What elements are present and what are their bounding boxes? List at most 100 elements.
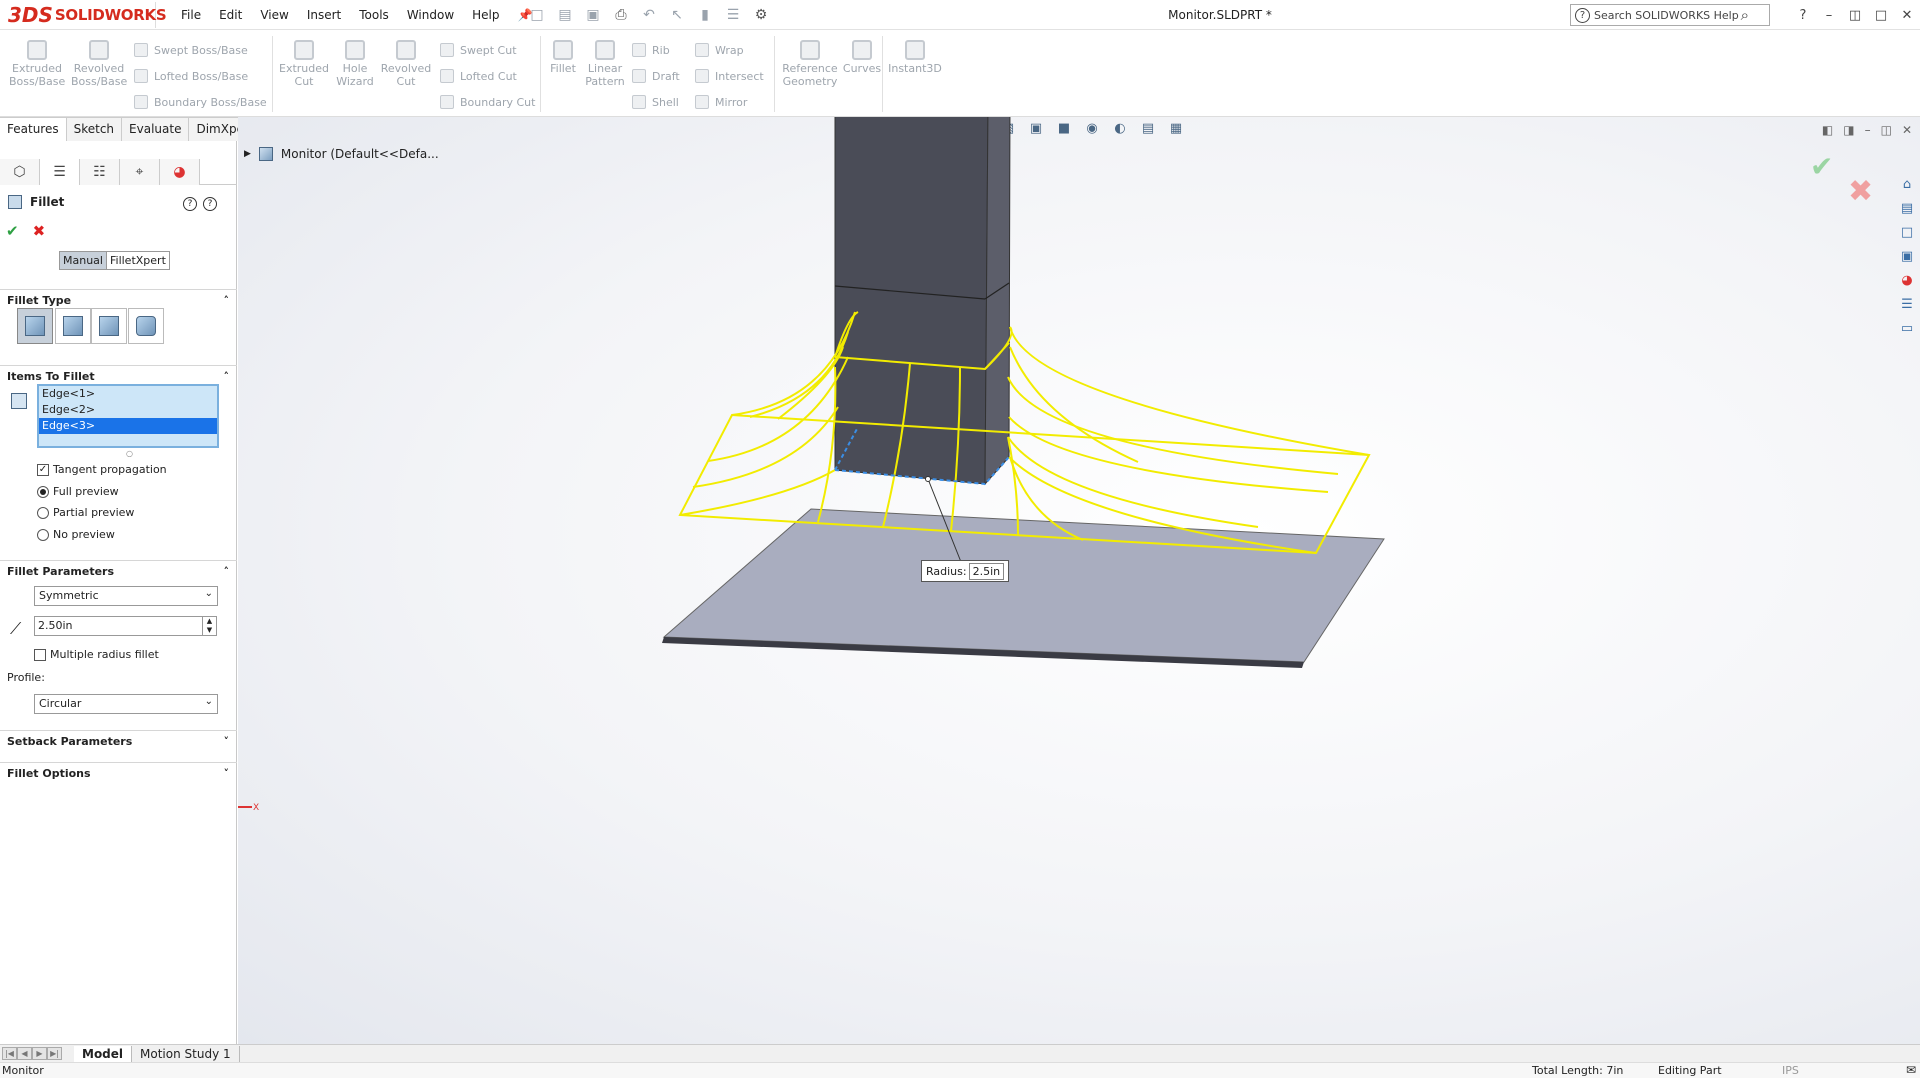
tangent-propagation-checkbox[interactable]: ✓ Tangent propagation [37,463,167,476]
checkbox-unchecked[interactable] [34,648,46,661]
list-item[interactable]: Edge<2> [39,402,217,418]
options-gear-icon[interactable]: ⚙ [750,5,772,25]
swept-boss-button[interactable]: Swept Boss/Base [134,43,248,57]
rib-button[interactable]: Rib [632,43,670,57]
list-item[interactable]: Edge<3> [39,418,217,434]
pm-help-icon[interactable]: ? [203,197,217,211]
radio-selected[interactable] [37,485,49,498]
constant-size-fillet-button[interactable] [17,308,53,344]
status-units[interactable]: IPS [1782,1064,1799,1077]
profile-dropdown[interactable]: Circular ⌄ [34,694,218,714]
radio-unselected[interactable] [37,506,49,519]
face-fillet-button[interactable] [91,308,127,344]
status-help-icon[interactable]: ✉ [1906,1063,1916,1077]
menu-insert[interactable]: Insert [298,8,350,22]
mirror-button[interactable]: Mirror [695,95,747,109]
revolved-cut-button[interactable]: Revolved Cut [378,40,434,88]
radius-handle[interactable] [925,476,931,482]
full-round-fillet-button[interactable] [128,308,164,344]
tab-model[interactable]: Model [74,1045,133,1062]
dimxpert-manager-tab-icon[interactable]: ⌖ [120,159,160,185]
variable-size-fillet-button[interactable] [55,308,91,344]
detailed-preview-icon[interactable]: ? [183,197,197,211]
edges-selection-list[interactable]: Edge<1> Edge<2> Edge<3> [37,384,219,448]
property-manager-tab-icon[interactable]: ☰ [40,159,80,185]
intersect-button[interactable]: Intersect [695,69,764,83]
reference-geometry-button[interactable]: Reference Geometry [780,40,840,88]
column-side[interactable] [984,117,1011,486]
collapse-chevron-icon[interactable]: ˄ [224,294,230,307]
hole-wizard-button[interactable]: Hole Wizard [327,40,383,88]
configuration-manager-tab-icon[interactable]: ☷ [80,159,120,185]
graphics-area[interactable]: ▶ Monitor (Default<<Defa... ⌕ ⌕ ↺ ▧ ▣ ■ … [238,117,1920,1044]
symmetric-dropdown[interactable]: Symmetric ⌄ [34,586,218,606]
instant3d-button[interactable]: Instant3D [887,40,943,75]
menu-file[interactable]: File [172,8,210,22]
tab-features[interactable]: Features [0,117,67,141]
restore-icon[interactable]: □ [1868,8,1894,23]
model-view[interactable] [238,117,1920,1044]
wrap-button[interactable]: Wrap [695,43,744,57]
rebuild-icon[interactable]: ▮ [694,5,716,25]
menu-window[interactable]: Window [398,8,463,22]
print-icon[interactable]: ⎙ [610,5,632,25]
radius-callout[interactable]: Radius: 2.5in [921,560,1010,582]
no-preview-radio[interactable]: No preview [37,528,115,541]
tab-sketch[interactable]: Sketch [66,117,123,141]
ok-check-icon[interactable]: ✔ [6,222,19,240]
shell-button[interactable]: Shell [632,95,679,109]
solidworks-logo[interactable]: 3DS SOLIDWORKS [8,2,167,28]
next-tab-icon[interactable]: ▶ [32,1047,47,1060]
close-icon[interactable]: ✕ [1894,8,1920,23]
boundary-cut-button[interactable]: Boundary Cut [440,95,535,109]
draft-button[interactable]: Draft [632,69,680,83]
menu-view[interactable]: View [251,8,297,22]
menu-tools[interactable]: Tools [350,8,398,22]
tile-icon[interactable]: ◫ [1842,8,1868,23]
radius-field[interactable]: 2.50in ▲ ▼ [34,616,217,636]
lofted-boss-button[interactable]: Lofted Boss/Base [134,69,248,83]
expand-chevron-icon[interactable]: ˅ [224,735,230,748]
boundary-boss-button[interactable]: Boundary Boss/Base [134,95,267,109]
checkbox-checked[interactable]: ✓ [37,463,49,476]
tab-evaluate[interactable]: Evaluate [122,117,190,141]
radius-callout-value[interactable]: 2.5in [968,562,1005,580]
manual-mode-button[interactable]: Manual [60,252,107,269]
display-manager-tab-icon[interactable]: ◕ [160,159,200,185]
setback-parameters-section[interactable]: Setback Parameters ˅ [0,730,237,752]
lofted-cut-button[interactable]: Lofted Cut [440,69,517,83]
minimize-icon[interactable]: – [1816,8,1842,23]
open-icon[interactable]: ▤ [554,5,576,25]
menu-help[interactable]: Help [463,8,508,22]
first-tab-icon[interactable]: |◀ [2,1047,17,1060]
tab-motion-study[interactable]: Motion Study 1 [132,1045,240,1062]
full-preview-radio[interactable]: Full preview [37,485,119,498]
file-properties-icon[interactable]: ☰ [722,5,744,25]
fillet-options-section[interactable]: Fillet Options ˅ [0,762,237,784]
extruded-cut-button[interactable]: Extruded Cut [276,40,332,88]
help-menu-icon[interactable]: ? [1790,8,1816,23]
extruded-boss-button[interactable]: Extruded Boss/Base [9,40,65,88]
spinner-icon[interactable]: ▲ ▼ [202,617,216,635]
partial-preview-radio[interactable]: Partial preview [37,506,134,519]
resize-handle-icon[interactable]: ○ [126,449,133,458]
multiple-radius-checkbox[interactable]: Multiple radius fillet [34,648,159,661]
undo-icon[interactable]: ↶ [638,5,660,25]
list-item[interactable]: Edge<1> [39,386,217,402]
collapse-chevron-icon[interactable]: ˄ [224,370,230,383]
prev-tab-icon[interactable]: ◀ [17,1047,32,1060]
expand-chevron-icon[interactable]: ˅ [224,767,230,780]
fillet-parameters-section[interactable]: Fillet Parameters ˄ [0,560,237,582]
new-document-icon[interactable]: □ [526,5,548,25]
revolved-boss-button[interactable]: Revolved Boss/Base [71,40,127,88]
save-icon[interactable]: ▣ [582,5,604,25]
cancel-x-icon[interactable]: ✖ [33,222,46,240]
filletxpert-mode-button[interactable]: FilletXpert [107,252,169,269]
radio-unselected[interactable] [37,528,49,541]
search-help-box[interactable]: ? Search SOLIDWORKS Help ⌕ [1570,4,1770,26]
last-tab-icon[interactable]: ▶| [47,1047,62,1060]
base-plate-top[interactable] [662,508,1385,663]
menu-edit[interactable]: Edit [210,8,251,22]
collapse-chevron-icon[interactable]: ˄ [224,565,230,578]
feature-manager-tab-icon[interactable]: ⬡ [0,159,40,185]
